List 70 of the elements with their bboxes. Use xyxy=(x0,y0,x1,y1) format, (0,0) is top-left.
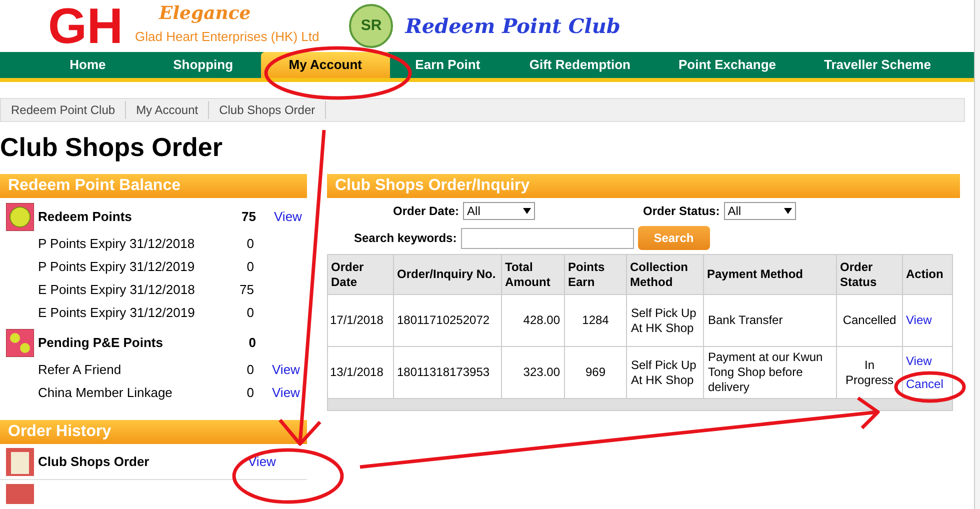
club-logo: SR xyxy=(349,4,394,48)
points-label: Refer A Friend xyxy=(38,360,122,379)
coins-icon xyxy=(6,328,34,356)
view-link[interactable]: View xyxy=(274,206,302,226)
company-name: Glad Heart Enterprises (HK) Ltd xyxy=(135,28,320,46)
points-value: 0 xyxy=(246,234,254,253)
points-value: 0 xyxy=(248,334,256,352)
breadcrumb-link[interactable]: Club Shops Order xyxy=(209,101,326,119)
points-value: 0 xyxy=(246,360,254,379)
action-link[interactable]: View xyxy=(906,313,932,328)
table-cell: 18011710252072 xyxy=(394,294,502,346)
view-link[interactable]: View xyxy=(248,452,276,472)
nav-tab[interactable]: Point Exchange xyxy=(654,52,800,78)
search-field[interactable] xyxy=(460,228,634,248)
table-cell: 1284 xyxy=(564,294,626,346)
points-label: China Member Linkage xyxy=(38,384,174,402)
table-cell: 428.00 xyxy=(502,294,564,346)
clipboard-icon xyxy=(6,484,34,504)
filter-dropdown[interactable]: All xyxy=(724,202,796,220)
table-cell: 17/1/2018 xyxy=(328,294,394,346)
column-header: Order Date xyxy=(328,254,394,294)
breadcrumb-link[interactable]: Redeem Point Club xyxy=(1,101,126,119)
caret-icon xyxy=(784,208,792,214)
nav-tab[interactable]: My Account xyxy=(260,52,390,78)
clipboard-icon xyxy=(6,448,34,476)
column-header: Order Status xyxy=(836,254,902,294)
points-label: P Points Expiry 31/12/2018 xyxy=(38,234,196,253)
nav-tab[interactable]: Earn Point xyxy=(390,52,506,78)
column-header: Points Earn xyxy=(564,254,626,294)
view-link[interactable]: View xyxy=(272,360,300,380)
points-label: Redeem Points xyxy=(38,208,133,226)
points-value: 0 xyxy=(246,258,254,276)
caret-icon xyxy=(523,208,532,214)
table-cell: Self Pick Up At HK Shop xyxy=(626,294,704,346)
page-title: Club Shops Order xyxy=(0,134,224,160)
points-label: E Points Expiry 31/12/2018 xyxy=(38,280,196,299)
points-value: 0 xyxy=(246,384,254,402)
filter-dropdown[interactable]: All xyxy=(463,202,536,220)
nav-tab[interactable]: Gift Redemption xyxy=(505,52,654,78)
panel-header: Order History xyxy=(0,420,307,444)
points-label: Pending P&E Points xyxy=(38,334,164,352)
column-header: Action xyxy=(902,254,952,294)
filter-label: Order Date: xyxy=(393,203,460,220)
column-header: Payment Method xyxy=(704,254,836,294)
column-header: Order/Inquiry No. xyxy=(394,254,502,294)
points-value: 75 xyxy=(238,280,254,299)
points-value: 75 xyxy=(240,208,256,226)
column-header: Total Amount xyxy=(502,254,564,294)
panel-header: Redeem Point Balance xyxy=(0,174,307,198)
breadcrumb-link[interactable]: My Account xyxy=(126,101,210,119)
points-label: P Points Expiry 31/12/2019 xyxy=(38,258,196,276)
brand-name: Elegance xyxy=(158,5,252,24)
nav-tab[interactable]: Traveller Scheme xyxy=(800,52,955,78)
panel-header: Club Shops Order/Inquiry xyxy=(327,174,960,198)
table-cell: Cancelled xyxy=(836,294,902,346)
annotation-ellipse xyxy=(894,371,966,403)
nav-tab[interactable]: Home xyxy=(30,52,146,78)
table-cell: Bank Transfer xyxy=(704,294,836,346)
club-name: Redeem Point Club xyxy=(405,13,620,40)
column-header: Collection Method xyxy=(626,254,704,294)
points-value: 0 xyxy=(246,304,254,322)
view-link[interactable]: View xyxy=(272,382,300,402)
nav-tab[interactable]: Shopping xyxy=(145,52,261,78)
coin-icon xyxy=(6,202,34,230)
action-link[interactable]: View xyxy=(906,354,932,368)
points-label: E Points Expiry 31/12/2019 xyxy=(38,304,196,322)
search-label: Search keywords: xyxy=(354,230,457,247)
filter-label: Order Status: xyxy=(643,203,720,220)
logo-mark: GH xyxy=(48,1,123,51)
order-type: Club Shops Order xyxy=(38,452,150,471)
